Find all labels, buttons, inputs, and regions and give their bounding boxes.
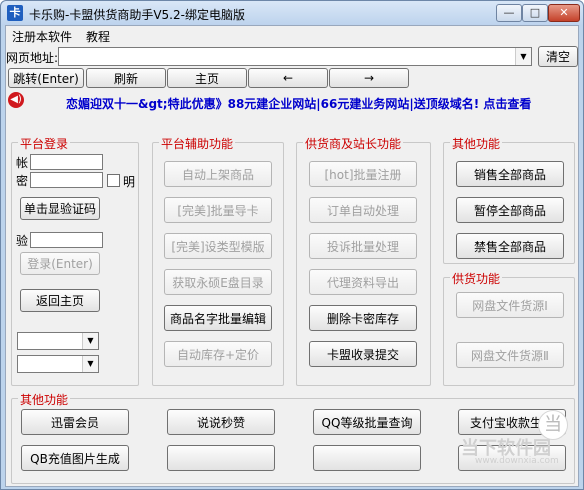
home-button[interactable]: 主页 [167,68,247,88]
disk-source-1-button[interactable]: 网盘文件货源Ⅰ [456,292,564,318]
blank-button-1[interactable] [167,445,275,471]
order-auto-button[interactable]: 订单自动处理 [309,197,417,223]
other-top-group-title: 其他功能 [450,135,503,152]
batch-import-button[interactable]: [完美]批量导卡 [164,197,272,223]
password-input[interactable] [30,172,103,188]
sell-all-button[interactable]: 销售全部商品 [456,161,564,187]
menu-bar: 注册本软件 教程 [6,26,578,44]
auto-list-button[interactable]: 自动上架商品 [164,161,272,187]
maximize-button[interactable]: □ [522,4,548,22]
clear-button[interactable]: 清空 [538,46,578,67]
close-button[interactable]: ✕ [548,4,580,22]
pause-all-button[interactable]: 暂停全部商品 [456,197,564,223]
dropdown-arrow-icon[interactable]: ▼ [515,48,531,65]
account-input[interactable] [30,154,103,170]
select-1[interactable]: ▼ [17,332,99,350]
menu-tutorial[interactable]: 教程 [86,28,110,45]
promo-notice-link[interactable]: 恋媚迎双十一&gt;特此优惠》88元建企业网站|66元建业务网站|送顶级域名! … [66,95,531,112]
ban-all-button[interactable]: 禁售全部商品 [456,233,564,259]
client-area: 注册本软件 教程 网页地址: ▼ 清空 跳转(Enter) 刷新 主页 ← → … [5,25,579,487]
chevron-down-icon[interactable]: ▼ [82,356,98,372]
goto-button[interactable]: 跳转(Enter) [8,68,84,88]
window-title: 卡乐购-卡盟供货商助手V5.2-绑定电脑版 [29,8,245,22]
supplier-group: 供货商及站长功能 [hot]批量注册 订单自动处理 投诉批量处理 代理资料导出 … [296,135,431,386]
other-top-group: 其他功能 销售全部商品 暂停全部商品 禁售全部商品 [443,135,575,264]
return-home-button[interactable]: 返回主页 [20,289,100,312]
show-password-checkbox[interactable] [107,174,120,187]
verify-input[interactable] [30,232,103,248]
captcha-button[interactable]: 单击显验证码 [20,197,100,220]
batch-rename-button[interactable]: 商品名字批量编辑 [164,305,272,331]
app-icon: 卡 [7,5,23,21]
login-group: 平台登录 帐 密 明 单击显验证码 验 登录(Enter) 返回主页 ▼ ▼ [11,135,139,386]
assist-group: 平台辅助功能 自动上架商品 [完美]批量导卡 [完美]设类型模版 获取永硕E盘目… [152,135,284,386]
watermark-url: www.downxia.com [475,456,559,466]
back-button[interactable]: ← [248,68,328,88]
complaint-batch-button[interactable]: 投诉批量处理 [309,233,417,259]
forward-button[interactable]: → [329,68,409,88]
talk-like-button[interactable]: 说说秒赞 [167,409,275,435]
password-label: 密 [16,174,29,188]
type-template-button[interactable]: [完美]设类型模版 [164,233,272,259]
chevron-down-icon[interactable]: ▼ [82,333,98,349]
verify-label: 验 [16,234,29,248]
supply-group-title: 供货功能 [450,270,503,287]
login-group-title: 平台登录 [18,135,71,152]
show-password-label: 明 [123,175,136,189]
supplier-group-title: 供货商及站长功能 [303,135,404,152]
url-input[interactable]: ▼ [58,47,532,66]
minimize-button[interactable]: — [496,4,522,22]
delete-card-stock-button[interactable]: 删除卡密库存 [309,305,417,331]
supply-group: 供货功能 网盘文件货源Ⅰ 网盘文件货源Ⅱ [443,270,575,386]
account-label: 帐 [16,156,29,170]
blank-button-2[interactable] [313,445,421,471]
refresh-button[interactable]: 刷新 [86,68,166,88]
qq-level-query-button[interactable]: QQ等级批量查询 [313,409,421,435]
agent-export-button[interactable]: 代理资料导出 [309,269,417,295]
disk-source-2-button[interactable]: 网盘文件货源Ⅱ [456,342,564,368]
other-bottom-group-title: 其他功能 [18,391,71,408]
auto-stock-price-button[interactable]: 自动库存+定价 [164,341,272,367]
xunlei-vip-button[interactable]: 迅雷会员 [21,409,129,435]
login-button[interactable]: 登录(Enter) [20,252,100,275]
speaker-icon: ◀) [8,92,24,108]
batch-register-button[interactable]: [hot]批量注册 [309,161,417,187]
assist-group-title: 平台辅助功能 [159,135,236,152]
address-label: 网页地址: [6,51,59,65]
qb-recharge-image-button[interactable]: QB充值图片生成 [21,445,129,471]
site-submit-button[interactable]: 卡盟收录提交 [309,341,417,367]
ys-disk-dir-button[interactable]: 获取永硕E盘目录 [164,269,272,295]
select-2[interactable]: ▼ [17,355,99,373]
title-bar[interactable]: 卡 卡乐购-卡盟供货商助手V5.2-绑定电脑版 — □ ✕ [1,1,583,25]
menu-register[interactable]: 注册本软件 [12,28,72,45]
app-window: 卡 卡乐购-卡盟供货商助手V5.2-绑定电脑版 — □ ✕ 注册本软件 教程 网… [0,0,584,490]
